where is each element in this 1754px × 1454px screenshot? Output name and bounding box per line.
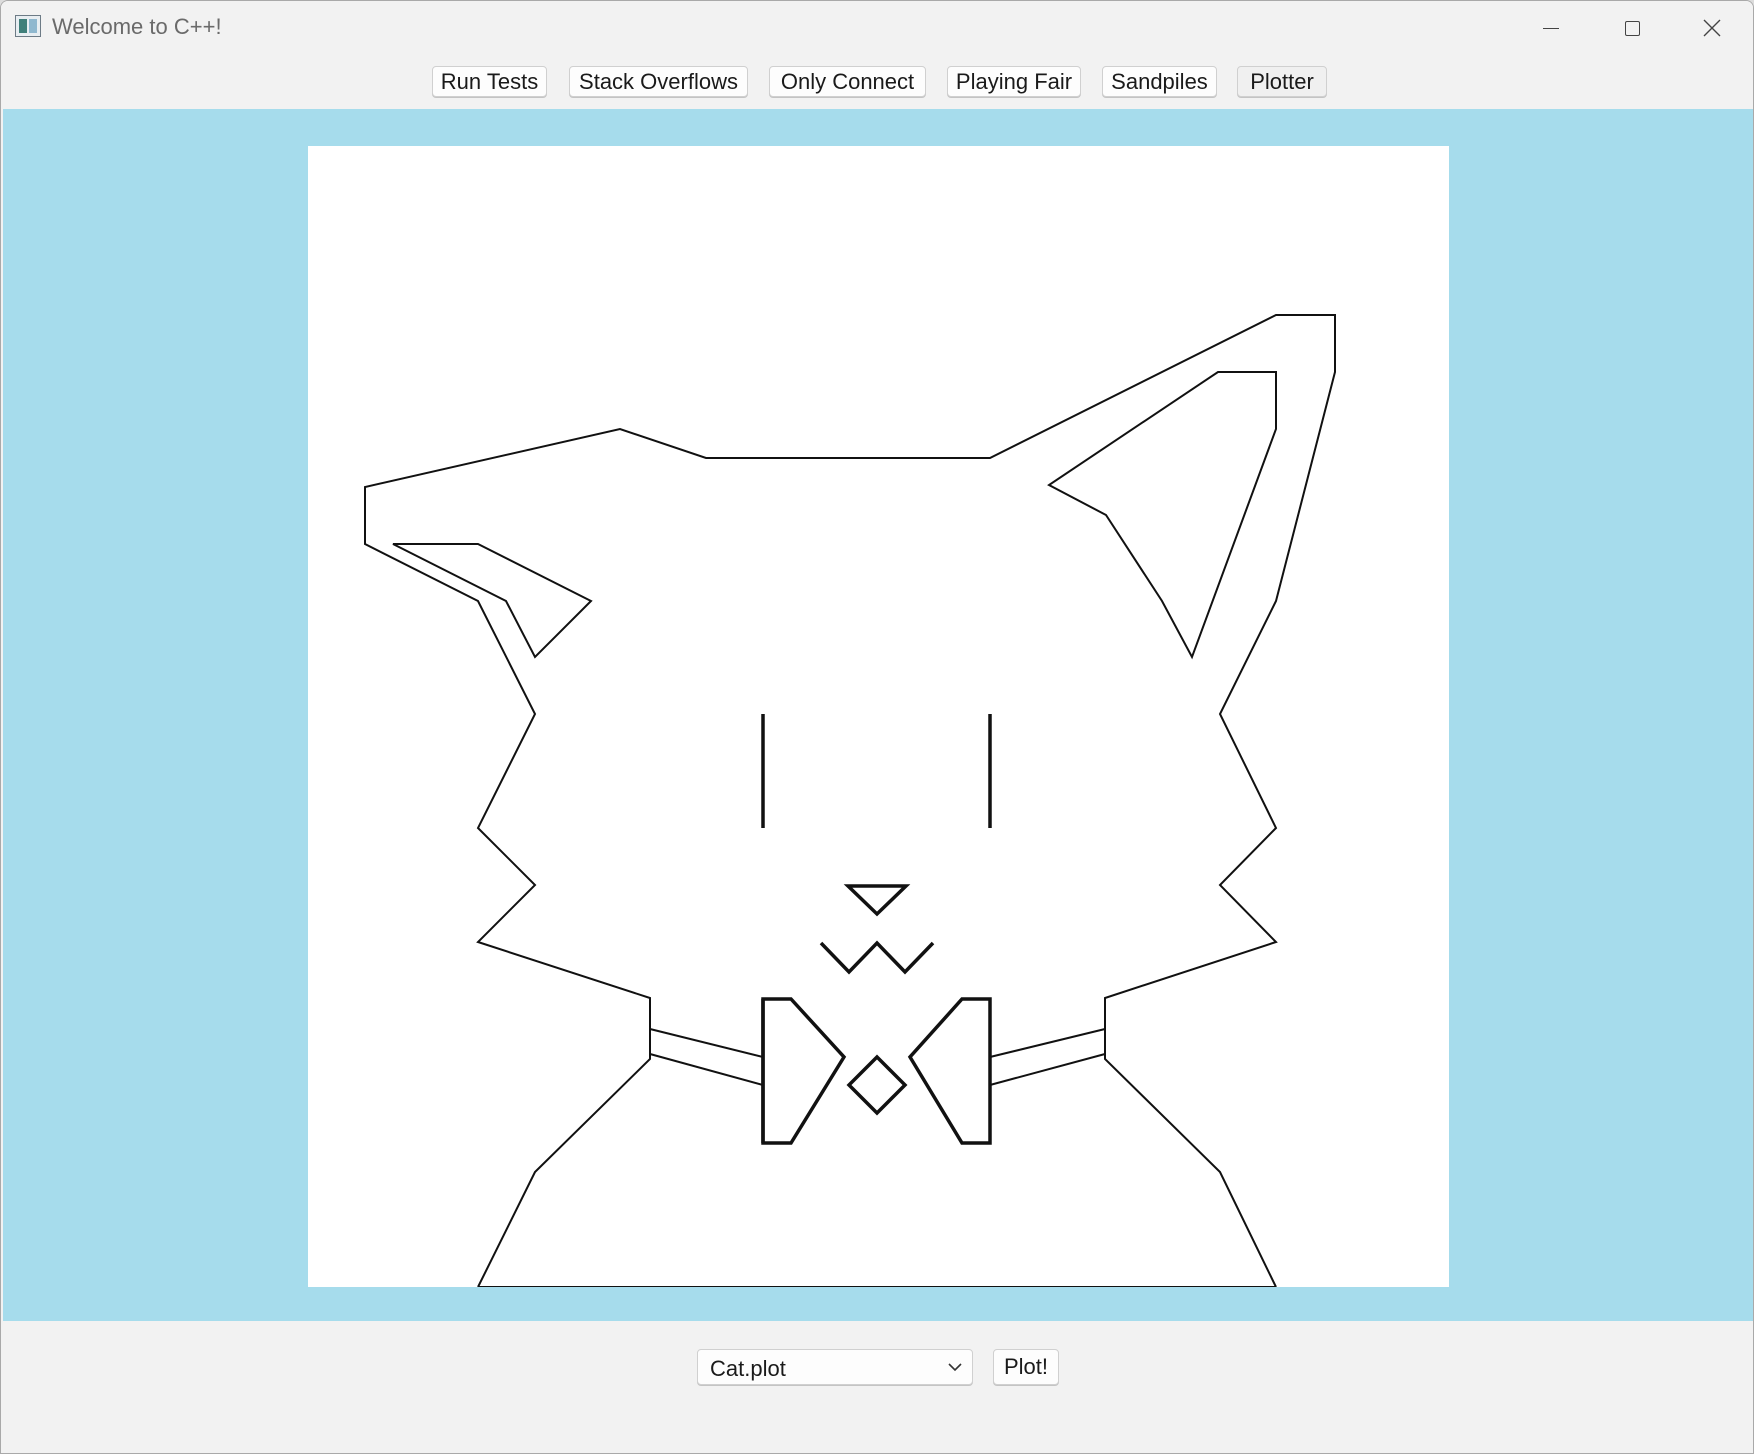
maximize-button[interactable] [1592, 1, 1672, 55]
only-connect-button[interactable]: Only Connect [769, 66, 926, 97]
cat-drawing-icon [364, 314, 1336, 1287]
playing-fair-button[interactable]: Playing Fair [947, 66, 1081, 97]
plot-canvas[interactable] [308, 146, 1449, 1287]
chevron-down-icon [948, 1363, 962, 1372]
window-title: Welcome to C++! [52, 14, 222, 39]
sandpiles-button[interactable]: Sandpiles [1102, 66, 1217, 97]
file-select-value: Cat.plot [710, 1356, 786, 1381]
run-tests-button[interactable]: Run Tests [432, 66, 547, 97]
minimize-icon [1543, 27, 1559, 29]
title-bar[interactable]: Welcome to C++! [1, 1, 1753, 55]
plot-button[interactable]: Plot! [993, 1349, 1059, 1385]
close-icon [1703, 19, 1721, 37]
close-button[interactable] [1672, 1, 1752, 55]
file-select-dropdown[interactable]: Cat.plot [697, 1349, 973, 1385]
plot-stage [3, 109, 1753, 1321]
app-icon [15, 15, 41, 37]
minimize-button[interactable] [1511, 1, 1591, 55]
plotter-button[interactable]: Plotter [1237, 66, 1327, 97]
app-window: Welcome to C++! Run Tests Stack Overflow… [0, 0, 1754, 1454]
toolbar: Run Tests Stack Overflows Only Connect P… [1, 61, 1753, 101]
bottom-bar: Cat.plot Plot! [1, 1321, 1753, 1453]
maximize-icon [1624, 20, 1640, 36]
stack-overflows-button[interactable]: Stack Overflows [569, 66, 748, 97]
